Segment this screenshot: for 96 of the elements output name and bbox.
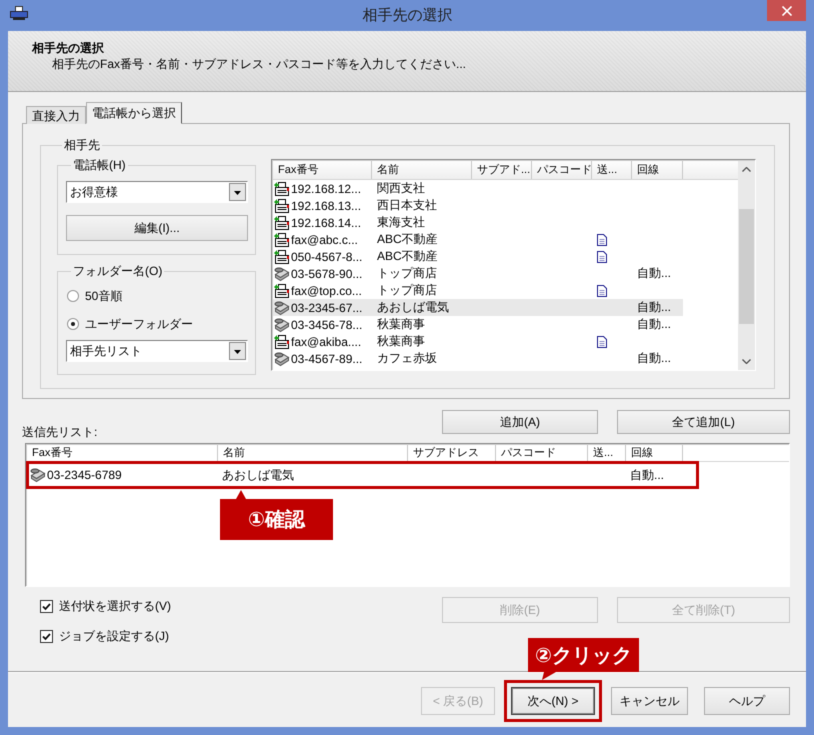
list-row[interactable]: 03-2345-67... あおしば電気 自動... [273,299,683,316]
column-header[interactable]: 送... [592,161,632,179]
column-header[interactable]: パスコード [496,445,588,461]
edit-button[interactable]: 編集(I)... [66,215,248,241]
column-header[interactable]: Fax番号 [27,445,218,461]
column-header[interactable]: 名前 [372,161,472,179]
contact-name: あおしば電気 [222,466,294,484]
fax-number: fax@top.co... [291,284,362,298]
fax-number: 03-5678-90... [291,266,362,280]
line-type: 自動... [630,466,664,484]
network-fax-icon [274,248,290,264]
list-row[interactable]: fax@top.co... トップ商店 [273,282,683,299]
tab[interactable]: 電話帳から選択 [86,102,182,124]
network-fax-icon [274,232,290,248]
list-row[interactable]: 050-4567-8... ABC不動産 [273,248,683,265]
scroll-down-icon [742,359,751,364]
close-button[interactable] [767,0,806,21]
checkbox-option[interactable]: ジョブを設定する(J) [40,629,442,643]
contact-name: ABC不動産 [377,231,438,248]
column-header[interactable]: パスコード [532,161,592,179]
contact-name: 秋葉商事 [377,333,425,350]
nav-button[interactable]: キャンセル [611,687,688,715]
fax-number: 192.168.12... [291,182,362,196]
contact-name: あおしば電気 [377,299,449,316]
line-type: 自動... [637,265,672,282]
contact-name: 東海支社 [377,214,425,231]
fax-machine-icon [10,6,28,20]
column-header[interactable]: 送... [588,445,626,461]
fax-machine-icon [274,350,290,366]
fax-number: 03-2345-67... [291,300,362,314]
list-row[interactable]: 192.168.12... 関西支社 [273,180,683,197]
add-button[interactable]: 追加(A) [442,410,598,434]
list-row[interactable]: 192.168.14... 東海支社 [273,214,683,231]
dropdown[interactable]: お得意様 [66,181,248,203]
tab[interactable]: 直接入力 [26,106,86,124]
group-label: 相手先 [63,138,101,152]
window-title: 相手先の選択 [362,6,454,26]
list-row[interactable]: 03-3456-78... 秋葉商事 自動... [273,316,683,333]
header-subtitle: 相手先のFax番号・名前・サブアドレス・パスコード等を入力してください... [51,57,468,71]
header-title: 相手先の選択 [32,41,105,55]
contact-name: 西日本支社 [377,197,437,214]
list-row[interactable]: 192.168.13... 西日本支社 [273,197,683,214]
close-icon [782,6,792,16]
contact-name: トップ商店 [377,265,437,282]
fax-number: 192.168.14... [291,216,362,230]
line-type: 自動... [637,350,672,367]
scroll-up-icon [742,167,751,172]
callout-label: ②クリック [528,638,639,680]
group-label: フォルダー名(O) [72,264,164,278]
radio-option[interactable]: 50音順 [66,289,248,303]
network-fax-icon [274,180,290,196]
fax-machine-icon [274,300,290,316]
recipient-list-label: 送信先リスト: [22,425,98,439]
list-row[interactable]: fax@abc.c... ABC不動産 [273,231,683,248]
column-header[interactable]: サブアド... [472,161,532,179]
fax-machine-icon [274,266,290,282]
checkbox[interactable] [40,630,53,642]
scrollbar-thumb[interactable] [739,209,754,324]
fax-number: 050-4567-8... [291,250,362,264]
contact-name: トップ商店 [377,282,437,299]
contact-name: ABC不動産 [377,248,438,265]
line-type: 自動... [637,299,672,316]
scrollbar[interactable] [738,161,755,370]
checkbox[interactable] [40,600,53,612]
nav-button[interactable]: ヘルプ [704,687,790,715]
checkbox-option[interactable]: 送付状を選択する(V) [40,599,442,613]
contact-name: 関西支社 [377,180,425,197]
contact-name: 秋葉商事 [377,316,425,333]
fax-number: 03-2345-6789 [47,468,122,482]
line-type: 自動... [637,316,672,333]
column-header[interactable]: Fax番号 [273,161,372,179]
radio-option[interactable]: ユーザーフォルダー [66,317,248,331]
fax-machine-icon [30,467,46,483]
network-fax-icon [274,334,290,350]
list-row[interactable]: 03-4567-89... カフェ赤坂 自動... [273,350,683,367]
column-header[interactable]: 回線 [626,445,683,461]
group-label: 電話帳(H) [72,158,127,172]
column-header[interactable]: サブアドレス [408,445,496,461]
column-header[interactable]: 名前 [218,445,408,461]
network-fax-icon [274,198,290,214]
fax-number: 03-3456-78... [291,318,362,332]
column-header[interactable]: 回線 [632,161,683,179]
network-fax-icon [274,214,290,230]
fax-number: 03-4567-89... [291,352,362,366]
add-button[interactable]: 全て追加(L) [617,410,790,434]
list-row[interactable]: 03-5678-90... トップ商店 自動... [273,265,683,282]
network-fax-icon [274,282,290,298]
fax-machine-icon [274,316,290,332]
dropdown[interactable]: 相手先リスト [66,340,248,362]
callout-label: ①確認 [220,490,333,540]
contact-name: カフェ赤坂 [377,350,437,367]
fax-number: fax@abc.c... [291,232,358,246]
nav-button[interactable]: 次へ(N) > [511,687,595,715]
fax-number: 192.168.13... [291,198,362,212]
fax-number: fax@akiba.... [291,334,362,348]
list-row[interactable]: fax@akiba.... 秋葉商事 [273,333,683,350]
